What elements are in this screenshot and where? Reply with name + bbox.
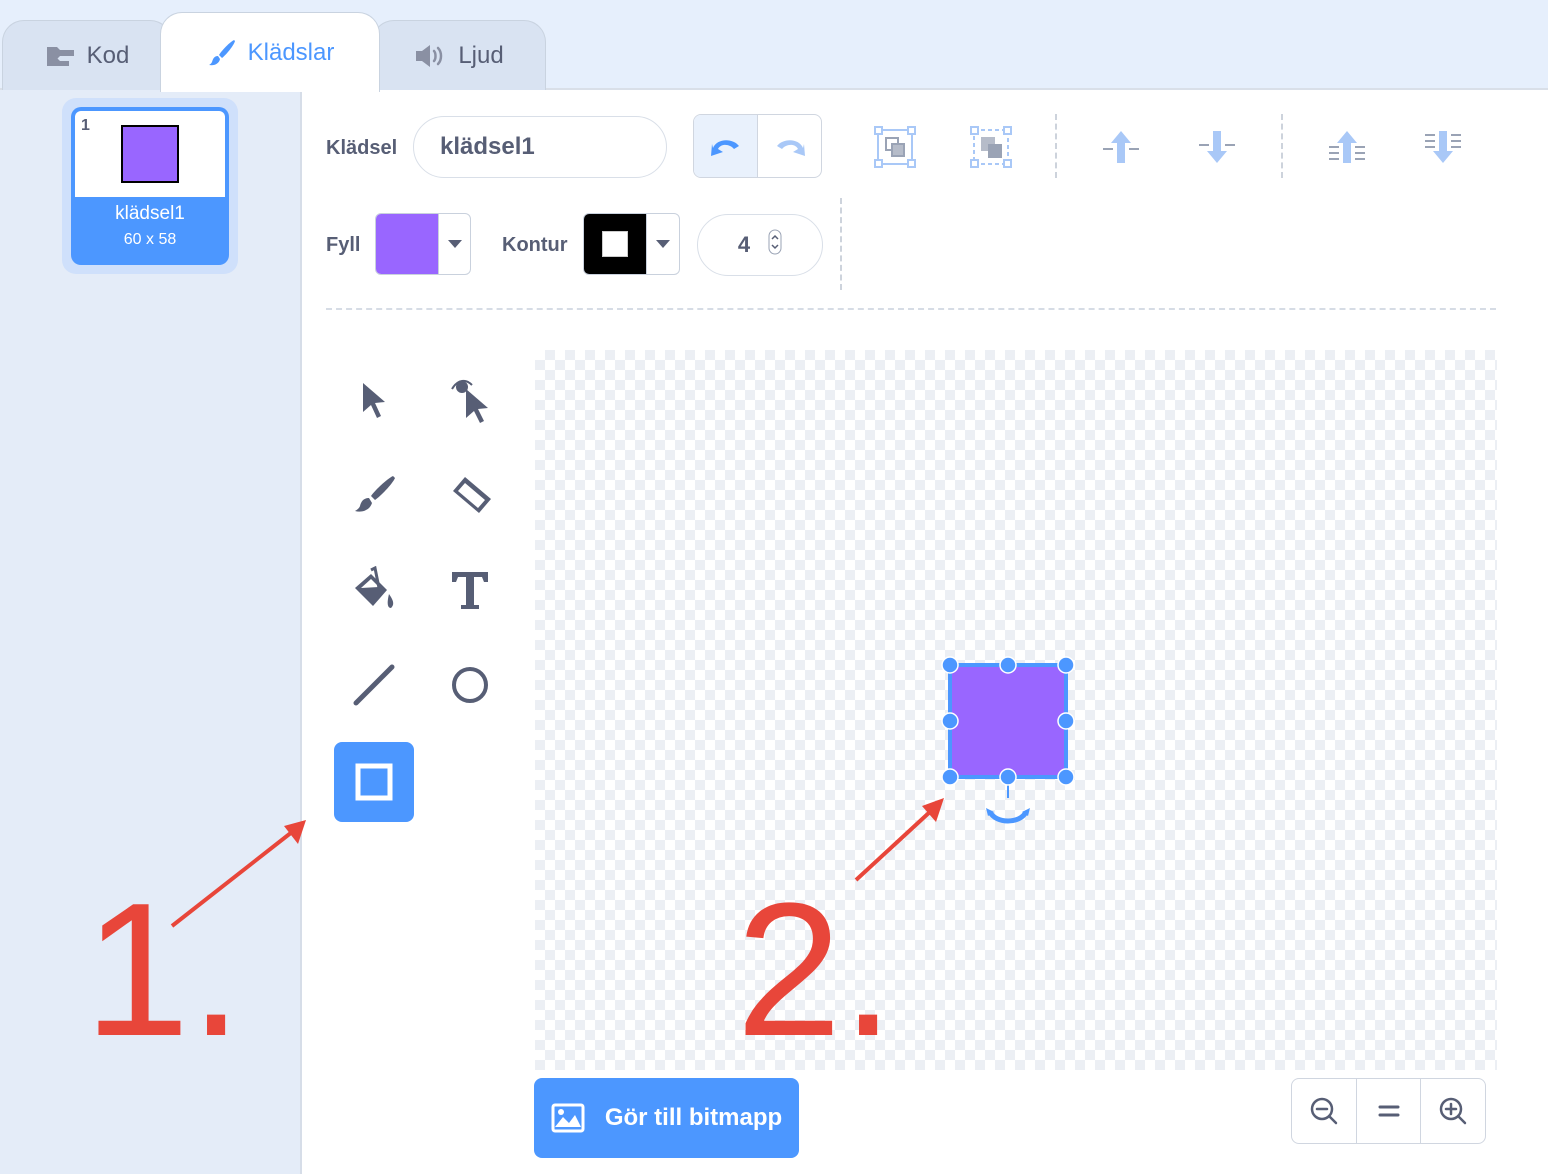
group-button[interactable] (872, 124, 918, 170)
tab-code-label: Kod (86, 41, 130, 69)
zoom-in-button[interactable] (1420, 1079, 1485, 1143)
editor-tabs: Kod Klädslar Ljud (0, 0, 1548, 92)
back-icon (1425, 131, 1461, 163)
zoom-out-icon (1310, 1097, 1338, 1125)
stepper-icon[interactable] (768, 229, 782, 261)
convert-to-bitmap-button[interactable]: Gör till bitmapp (534, 1078, 799, 1158)
front-button[interactable] (1324, 124, 1370, 170)
undo-icon (710, 140, 739, 156)
costume-thumbnail-area: 1 (75, 111, 225, 197)
select-icon (363, 383, 385, 418)
outline-width-input[interactable]: 4 (697, 214, 823, 276)
zoom-in-icon (1439, 1097, 1467, 1125)
line-icon (353, 664, 395, 706)
zoom-controls (1291, 1078, 1486, 1144)
tab-costumes[interactable]: Klädslar (160, 12, 380, 92)
undo-button[interactable] (694, 115, 757, 177)
costume-card: 1 klädsel1 60 x 58 (71, 107, 229, 265)
tab-sounds-label: Ljud (458, 41, 504, 69)
toolbar-bottom-divider (326, 308, 1496, 310)
eraser-icon (453, 477, 491, 513)
toolbar-divider (840, 198, 842, 290)
tab-code[interactable]: Kod (2, 20, 172, 90)
chevron-down-icon (646, 214, 679, 274)
text-icon (452, 572, 488, 609)
circle-icon (452, 667, 488, 703)
costume-name-label: Klädsel (326, 137, 398, 159)
forward-icon (1103, 131, 1139, 163)
back-button[interactable] (1420, 124, 1466, 170)
outline-label: Kontur (502, 234, 568, 256)
convert-to-bitmap-label: Gör till bitmapp (604, 1104, 783, 1131)
tool-rectangle[interactable] (334, 742, 414, 822)
tool-circle[interactable] (430, 645, 510, 725)
toolbar-divider (1055, 114, 1057, 178)
redo-button[interactable] (757, 115, 821, 177)
forward-button[interactable] (1098, 124, 1144, 170)
fill-label: Fyll (326, 234, 361, 256)
chevron-down-icon (438, 214, 470, 274)
rectangle-icon (355, 763, 393, 801)
tool-text[interactable] (430, 550, 510, 630)
brush-icon (206, 37, 238, 69)
speaker-icon (414, 43, 448, 69)
outline-color-swatch (584, 214, 646, 274)
zoom-reset-button[interactable] (1355, 1079, 1421, 1143)
backward-icon (1199, 131, 1235, 163)
zoom-out-button[interactable] (1292, 1079, 1356, 1143)
tool-reshape[interactable] (430, 360, 510, 440)
image-icon (551, 1103, 585, 1133)
outline-color-picker[interactable] (583, 213, 680, 275)
tool-brush[interactable] (334, 455, 414, 535)
undo-redo-group (693, 114, 822, 178)
brush-icon (355, 476, 395, 512)
tool-line[interactable] (334, 645, 414, 725)
fill-icon (355, 566, 394, 608)
annotation-step-1: 1. (84, 864, 243, 1076)
annotation-step-2: 2. (736, 864, 895, 1076)
zoom-reset-icon (1378, 1105, 1399, 1117)
tool-eraser[interactable] (430, 455, 510, 535)
costume-size: 60 x 58 (123, 231, 177, 248)
ungroup-icon (970, 126, 1012, 168)
costume-name-input[interactable]: klädsel1 (413, 116, 667, 178)
tab-sounds[interactable]: Ljud (372, 20, 546, 90)
tool-fill[interactable] (334, 550, 414, 630)
costume-thumbnail (121, 125, 179, 183)
front-icon (1329, 131, 1365, 163)
costume-item[interactable]: 1 klädsel1 60 x 58 (62, 98, 238, 274)
group-icon (874, 126, 916, 168)
toolbar-divider (1281, 114, 1283, 178)
fill-color-swatch (376, 214, 438, 274)
costume-name: klädsel1 (115, 203, 185, 224)
tab-costumes-label: Klädslar (247, 38, 335, 66)
reshape-icon (451, 379, 488, 423)
outline-width-value: 4 (737, 232, 751, 257)
ungroup-button[interactable] (968, 124, 1014, 170)
code-icon (45, 44, 77, 68)
selected-rectangle-shape[interactable] (930, 650, 1090, 830)
costume-number: 1 (81, 117, 90, 134)
backward-button[interactable] (1194, 124, 1240, 170)
fill-color-picker[interactable] (375, 213, 471, 275)
tool-select[interactable] (334, 360, 414, 440)
redo-icon (776, 140, 805, 156)
